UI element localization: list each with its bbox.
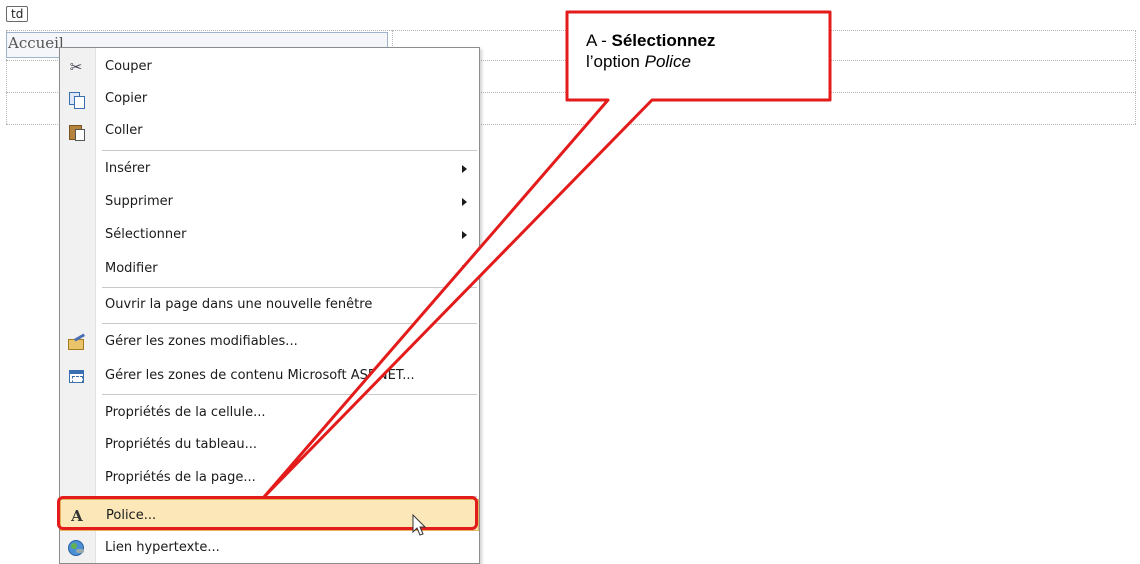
menu-item-label: Propriétés du tableau... (105, 437, 257, 452)
context-menu: ✂ Couper Copier Coller Insérer Supprimer… (59, 47, 480, 564)
menu-item-delete[interactable]: Supprimer (60, 186, 479, 218)
menu-item-open-new-window[interactable]: Ouvrir la page dans une nouvelle fenêtre (60, 289, 479, 321)
menu-item-label: Insérer (105, 161, 151, 176)
menu-item-cell-properties[interactable]: Propriétés de la cellule... (60, 397, 479, 429)
submenu-arrow-icon (462, 265, 467, 273)
menu-item-label: Gérer les zones de contenu Microsoft ASP… (105, 368, 415, 383)
menu-separator (102, 150, 477, 151)
menu-item-label: Ouvrir la page dans une nouvelle fenêtre (105, 297, 373, 312)
menu-item-label: Couper (105, 59, 152, 74)
menu-item-manage-editable-zones[interactable]: Gérer les zones modifiables... (60, 326, 479, 358)
callout-text: A - Sélectionnez l’option Police (586, 30, 816, 72)
menu-item-label: Propriétés de la page... (105, 470, 256, 485)
menu-item-label: Copier (105, 91, 148, 106)
table-border (6, 30, 1136, 31)
submenu-arrow-icon (462, 231, 467, 239)
menu-item-label: Propriétés de la cellule... (105, 405, 266, 420)
menu-item-label: Sélectionner (105, 227, 187, 242)
menu-item-cut[interactable]: ✂ Couper (60, 51, 479, 83)
menu-separator (102, 394, 477, 395)
menu-item-paste[interactable]: Coller (60, 115, 479, 147)
menu-item-label: Coller (105, 123, 143, 138)
menu-item-manage-content-zones[interactable]: Gérer les zones de contenu Microsoft ASP… (60, 360, 479, 392)
callout-line-1: A - Sélectionnez (586, 31, 716, 50)
menu-item-label: Supprimer (105, 194, 173, 209)
menu-item-table-properties[interactable]: Propriétés du tableau... (60, 429, 479, 461)
content-zone-icon (67, 367, 85, 385)
menu-item-insert[interactable]: Insérer (60, 153, 479, 185)
hyperlink-globe-icon (67, 539, 85, 557)
menu-item-label: Gérer les zones modifiables... (105, 334, 298, 349)
td-tag-label[interactable]: td (6, 6, 29, 22)
screenshot-stage: td Accueil ✂ Couper Copier Coller Insére… (0, 0, 1140, 564)
copy-icon (67, 90, 85, 109)
scissors-icon: ✂ (69, 58, 83, 76)
menu-item-label: Modifier (105, 261, 158, 276)
submenu-arrow-icon (462, 198, 467, 206)
menu-separator (102, 323, 477, 324)
menu-item-select[interactable]: Sélectionner (60, 219, 479, 251)
mouse-cursor-icon (412, 514, 427, 536)
callout-line-2: l’option Police (586, 52, 691, 71)
menu-item-page-properties[interactable]: Propriétés de la page... (60, 462, 479, 494)
table-border (1135, 30, 1136, 124)
cell-text: Accueil (8, 34, 64, 52)
paste-icon (67, 122, 85, 141)
submenu-arrow-icon (462, 165, 467, 173)
menu-separator (102, 287, 477, 288)
menu-item-label: Lien hypertexte... (105, 540, 220, 555)
menu-item-modify[interactable]: Modifier (60, 253, 479, 285)
menu-item-copy[interactable]: Copier (60, 83, 479, 115)
editable-zones-icon (67, 332, 85, 351)
